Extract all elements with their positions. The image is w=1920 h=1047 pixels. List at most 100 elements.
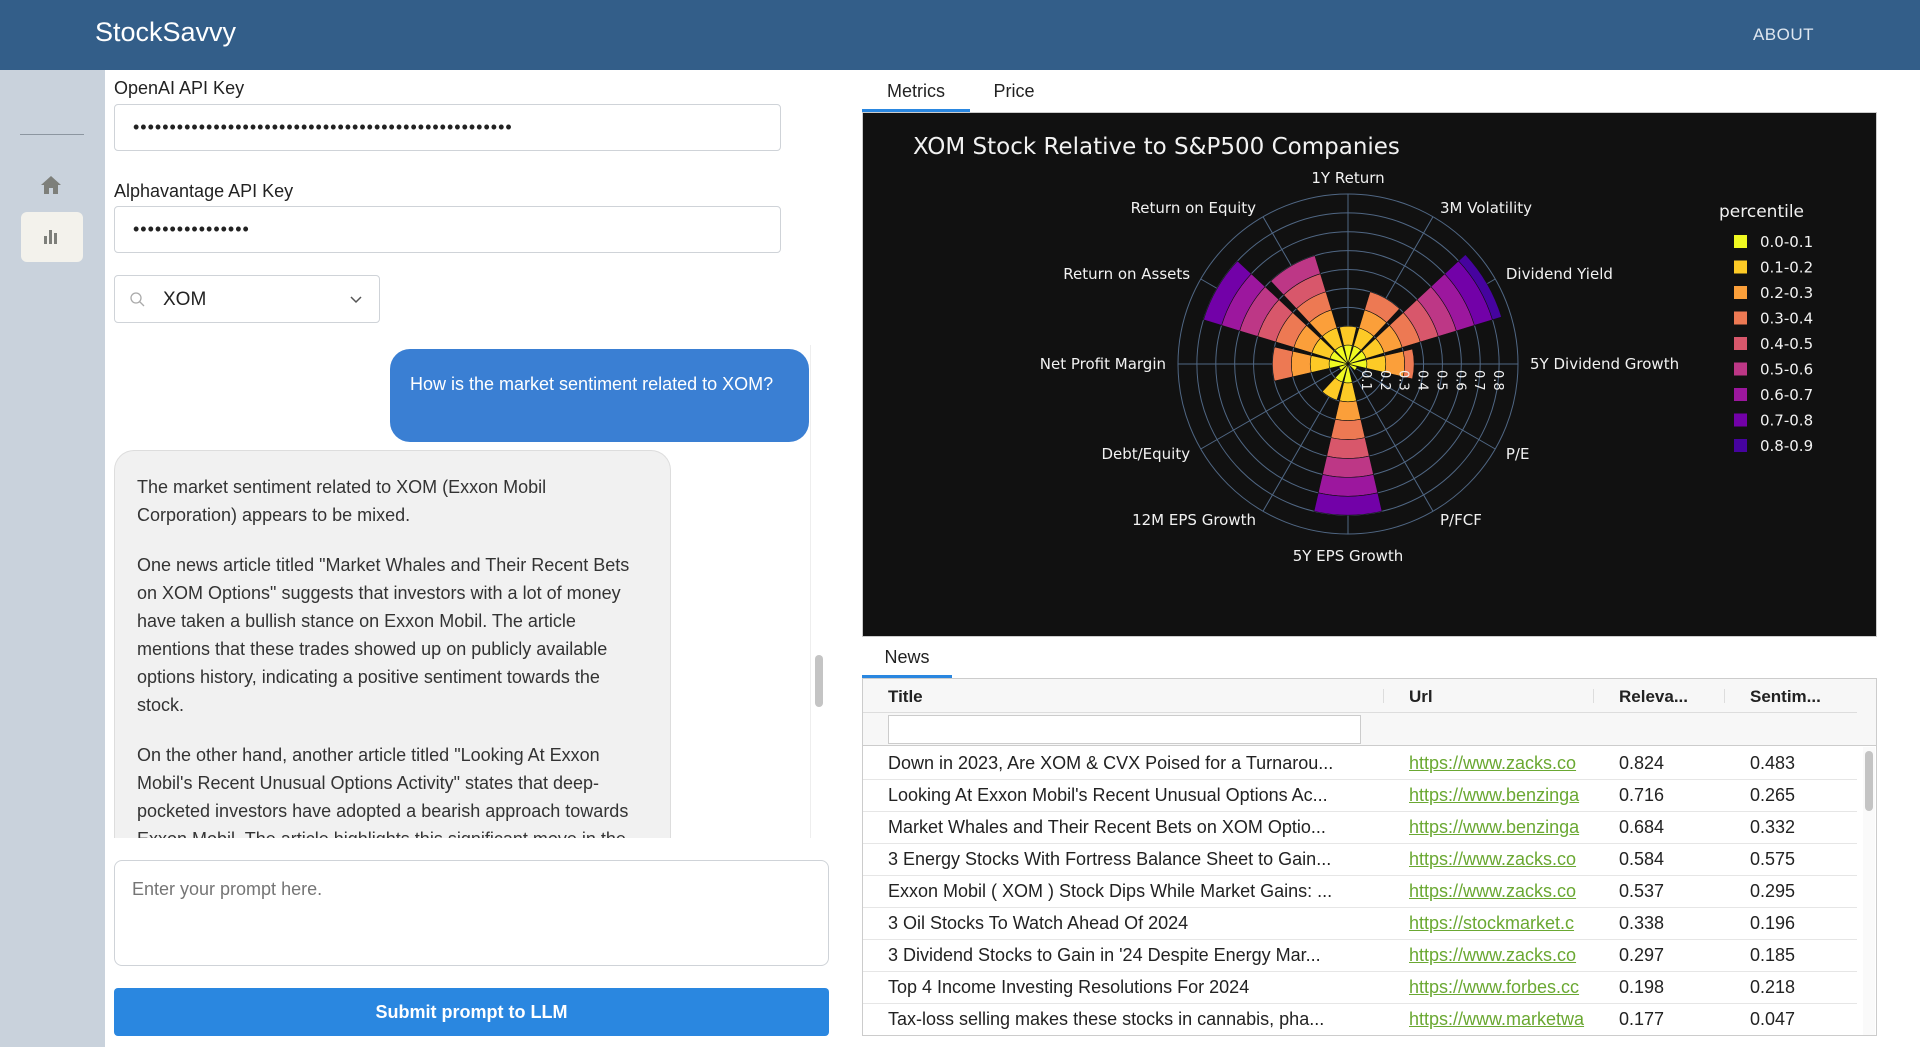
sidebar-item-analysis[interactable] [21, 212, 83, 262]
news-sentiment: 0.575 [1750, 849, 1796, 869]
table-row[interactable]: Exxon Mobil ( XOM ) Stock Dips While Mar… [863, 876, 1857, 908]
legend-label: 0.3-0.4 [1760, 310, 1813, 328]
table-row[interactable]: 3 Oil Stocks To Watch Ahead Of 2024 https… [863, 908, 1857, 940]
news-relevance: 0.537 [1619, 881, 1665, 901]
openai-key-input[interactable]: ••••••••••••••••••••••••••••••••••••••••… [114, 104, 781, 151]
prompt-input[interactable] [114, 860, 829, 966]
legend-item[interactable]: 0.0-0.1 [1734, 233, 1813, 251]
chat-scrollbar[interactable] [810, 345, 830, 838]
legend-item[interactable]: 0.7-0.8 [1734, 412, 1813, 430]
news-url[interactable]: https://www.benzinga [1409, 780, 1589, 811]
chart-tabs: Metrics Price [862, 70, 1877, 112]
legend-item[interactable]: 0.2-0.3 [1734, 284, 1813, 302]
polar-bar-segment [1321, 377, 1343, 401]
tab-metrics[interactable]: Metrics [862, 70, 970, 112]
legend-item[interactable]: 0.8-0.9 [1734, 437, 1813, 455]
column-separator[interactable] [1724, 689, 1725, 703]
news-url[interactable]: https://www.forbes.cc [1409, 972, 1589, 1003]
submit-prompt-button[interactable]: Submit prompt to LLM [114, 988, 829, 1036]
news-title: Down in 2023, Are XOM & CVX Poised for a… [888, 753, 1334, 773]
chat-scrollbar-thumb[interactable] [815, 655, 823, 707]
news-sentiment: 0.047 [1750, 1009, 1796, 1029]
legend-item[interactable]: 0.1-0.2 [1734, 259, 1813, 277]
column-header-url[interactable]: Url [1409, 687, 1433, 707]
news-title: 3 Dividend Stocks to Gain in '24 Despite… [888, 945, 1321, 965]
news-url[interactable]: https://www.marketwa [1409, 1004, 1589, 1035]
chevron-down-icon [350, 296, 362, 304]
radial-tick-label: 0.3 [1396, 370, 1411, 391]
table-row[interactable]: Looking At Exxon Mobil's Recent Unusual … [863, 780, 1857, 812]
alphavantage-key-input[interactable]: •••••••••••••••• [114, 206, 781, 253]
news-relevance: 0.584 [1619, 849, 1665, 869]
news-sentiment: 0.295 [1750, 881, 1796, 901]
news-url[interactable]: https://www.zacks.co [1409, 748, 1589, 779]
radial-tick-label: 0.1 [1358, 370, 1373, 391]
legend-swatch [1734, 337, 1747, 350]
angular-axis-label: 1Y Return [1311, 169, 1384, 187]
table-row[interactable]: 3 Dividend Stocks to Gain in '24 Despite… [863, 940, 1857, 972]
polar-bar-segment [1313, 492, 1383, 516]
news-url[interactable]: https://www.zacks.co [1409, 876, 1589, 907]
polar-chart-svg: XOM Stock Relative to S&P500 Companies 1… [913, 134, 1813, 565]
news-sentiment: 0.185 [1750, 945, 1796, 965]
legend-item[interactable]: 0.6-0.7 [1734, 386, 1813, 404]
user-message: How is the market sentiment related to X… [390, 349, 809, 442]
news-url[interactable]: https://www.zacks.co [1409, 844, 1589, 875]
column-header-title[interactable]: Title [888, 687, 923, 707]
polar-bar-segment [1291, 350, 1312, 378]
column-separator[interactable] [1593, 689, 1594, 703]
news-url[interactable]: https://www.benzinga [1409, 812, 1589, 843]
app-header: StockSavvy ABOUT [0, 0, 1920, 70]
table-row[interactable]: Tax-loss selling makes these stocks in c… [863, 1004, 1857, 1035]
angular-axis-label: P/FCF [1440, 511, 1482, 529]
legend-item[interactable]: 0.4-0.5 [1734, 335, 1813, 353]
home-icon[interactable] [38, 173, 64, 197]
legend-label: 0.0-0.1 [1760, 233, 1813, 251]
ticker-value: XOM [163, 289, 207, 310]
column-separator[interactable] [1383, 689, 1384, 703]
table-row[interactable]: Market Whales and Their Recent Bets on X… [863, 812, 1857, 844]
news-url[interactable]: https://www.zacks.co [1409, 940, 1589, 971]
news-title: Tax-loss selling makes these stocks in c… [888, 1009, 1325, 1029]
legend-label: 0.8-0.9 [1760, 437, 1813, 455]
news-relevance: 0.297 [1619, 945, 1665, 965]
news-relevance: 0.716 [1619, 785, 1665, 805]
column-header-relevance[interactable]: Releva... [1619, 687, 1688, 707]
column-header-sentiment[interactable]: Sentim... [1750, 687, 1821, 707]
legend-item[interactable]: 0.5-0.6 [1734, 361, 1813, 379]
legend-swatch [1734, 413, 1747, 427]
app-title[interactable]: StockSavvy [95, 17, 236, 48]
legend-item[interactable]: 0.3-0.4 [1734, 310, 1813, 328]
about-link[interactable]: ABOUT [1753, 25, 1814, 45]
radial-tick-label: 0.7 [1471, 370, 1486, 391]
angular-axis-label: 12M EPS Growth [1132, 511, 1256, 529]
polar-bar-segment [1322, 455, 1374, 478]
assistant-paragraph: The market sentiment related to XOM (Exx… [137, 477, 547, 525]
angular-axis-label: 5Y Dividend Growth [1530, 355, 1679, 373]
news-url[interactable]: https://stockmarket.c [1409, 908, 1589, 939]
title-filter-input[interactable] [888, 715, 1361, 744]
angular-axis-label: Debt/Equity [1101, 445, 1190, 463]
sidebar [0, 70, 105, 1047]
legend-label: 0.5-0.6 [1760, 361, 1813, 379]
polar-bar-segment [1272, 346, 1294, 382]
radial-tick-label: 0.2 [1377, 370, 1392, 391]
tab-price[interactable]: Price [974, 70, 1054, 112]
polar-bar-segment [1317, 474, 1379, 497]
legend-label: 0.7-0.8 [1760, 412, 1813, 430]
angular-axis-label: Return on Assets [1063, 265, 1190, 283]
polar-bar-segment [1339, 382, 1357, 403]
legend-swatch [1734, 439, 1747, 452]
table-scrollbar-thumb[interactable] [1865, 751, 1873, 811]
polar-bar-segment [1309, 355, 1330, 373]
assistant-message: The market sentiment related to XOM (Exx… [114, 450, 671, 838]
tab-news[interactable]: News [862, 640, 952, 678]
polar-bar-segment [1339, 325, 1357, 346]
assistant-paragraph: On the other hand, another article title… [137, 745, 629, 838]
legend-swatch [1734, 286, 1747, 299]
ticker-select[interactable]: XOM [114, 275, 380, 323]
news-relevance: 0.177 [1619, 1009, 1665, 1029]
table-row[interactable]: Down in 2023, Are XOM & CVX Poised for a… [863, 748, 1857, 780]
table-row[interactable]: 3 Energy Stocks With Fortress Balance Sh… [863, 844, 1857, 876]
table-row[interactable]: Top 4 Income Investing Resolutions For 2… [863, 972, 1857, 1004]
